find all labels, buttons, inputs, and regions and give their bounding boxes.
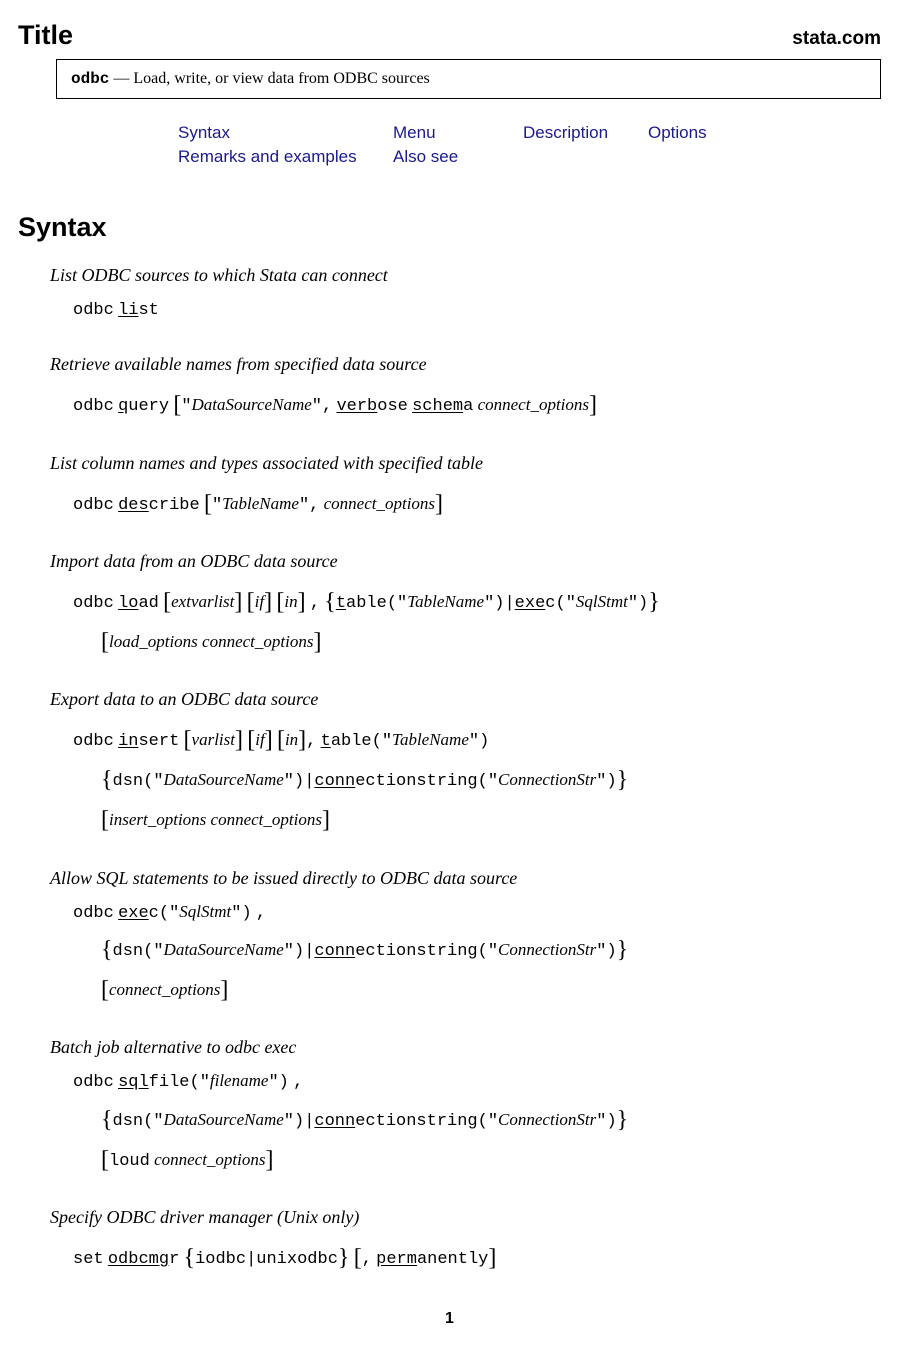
syntax-query: odbc query ["DataSourceName", verbose sc… <box>73 385 881 422</box>
desc-describe: List column names and types associated w… <box>50 453 881 474</box>
desc-sqlfile: Batch job alternative to odbc exec <box>50 1037 881 1058</box>
title-cmd: odbc <box>71 70 109 88</box>
syntax-insert: odbc insert [varlist] [if] [in], table("… <box>73 720 881 838</box>
nav-syntax[interactable]: Syntax <box>178 123 393 143</box>
title-box: odbc — Load, write, or view data from OD… <box>56 59 881 99</box>
syntax-list: odbc list <box>73 296 881 324</box>
stata-link[interactable]: stata.com <box>792 28 881 50</box>
title-heading: Title <box>18 20 73 51</box>
syntax-load: odbc load [extvarlist] [if] [in] , {tabl… <box>73 582 881 659</box>
nav-remarks[interactable]: Remarks and examples <box>178 147 393 167</box>
syntax-heading: Syntax <box>18 212 881 243</box>
nav-options[interactable]: Options <box>648 123 758 143</box>
page-number: 1 <box>18 1310 881 1328</box>
syntax-odbcmgr: set odbcmgr {iodbc|unixodbc} [, permanen… <box>73 1238 881 1275</box>
nav-menu[interactable]: Menu <box>393 123 523 143</box>
syntax-sqlfile: odbc sqlfile("filename") , {dsn("DataSou… <box>73 1068 881 1177</box>
desc-odbcmgr: Specify ODBC driver manager (Unix only) <box>50 1207 881 1228</box>
nav-alsosee[interactable]: Also see <box>393 147 523 167</box>
desc-insert: Export data to an ODBC data source <box>50 689 881 710</box>
syntax-describe: odbc describe ["TableName", connect_opti… <box>73 484 881 521</box>
desc-exec: Allow SQL statements to be issued direct… <box>50 868 881 889</box>
desc-query: Retrieve available names from specified … <box>50 354 881 375</box>
nav-links: Syntax Menu Description Options Remarks … <box>178 123 881 167</box>
syntax-exec: odbc exec("SqlStmt") , {dsn("DataSourceN… <box>73 899 881 1008</box>
nav-description[interactable]: Description <box>523 123 648 143</box>
desc-load: Import data from an ODBC data source <box>50 551 881 572</box>
title-desc: Load, write, or view data from ODBC sour… <box>133 70 429 87</box>
desc-list: List ODBC sources to which Stata can con… <box>50 265 881 286</box>
title-sep: — <box>109 70 133 87</box>
